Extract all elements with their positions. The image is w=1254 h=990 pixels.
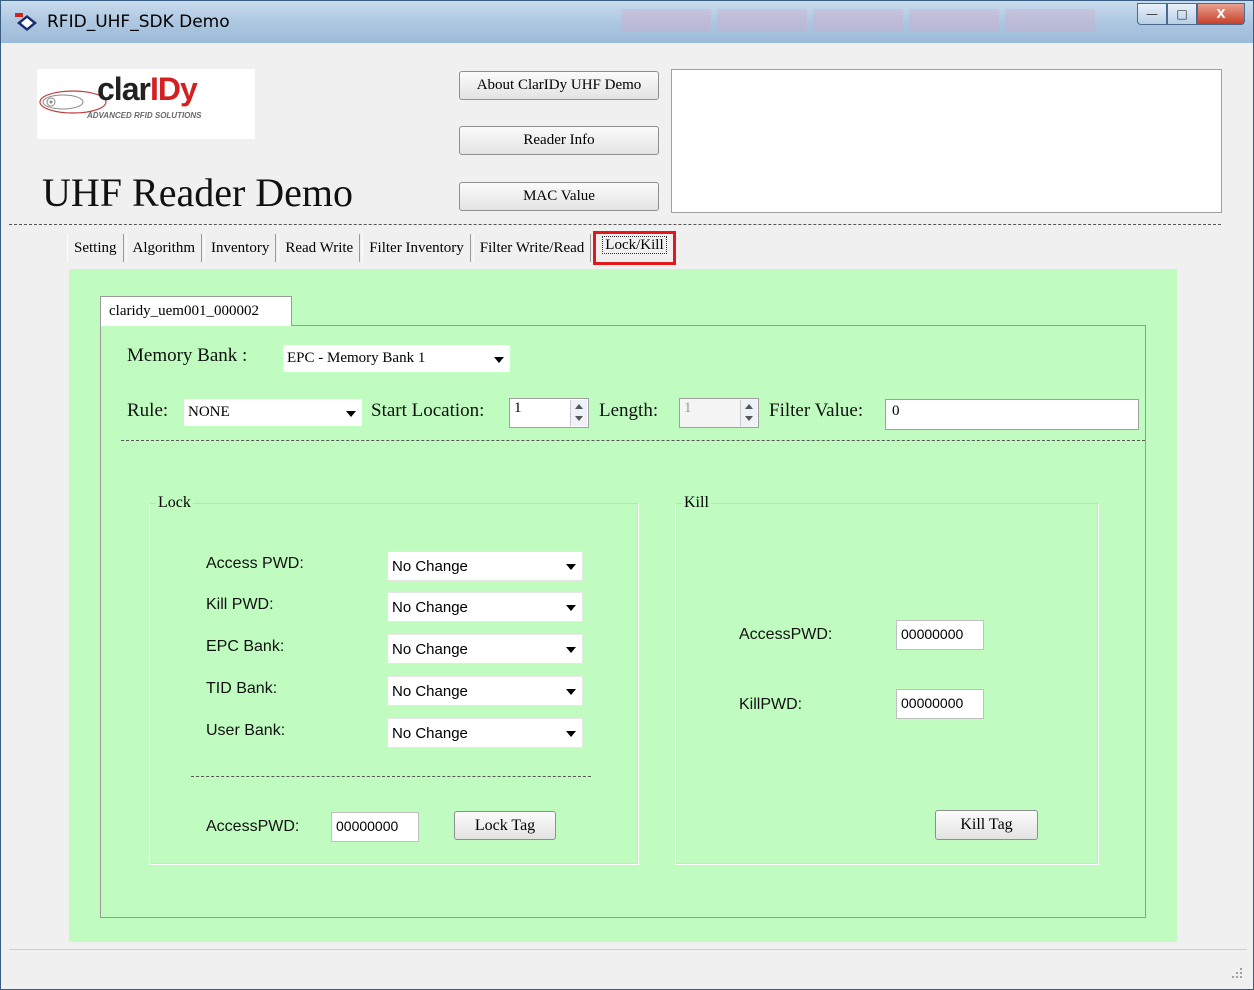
- main-tabs: Setting Algorithm Inventory Read Write F…: [67, 231, 678, 265]
- memory-bank-value: EPC - Memory Bank 1: [287, 350, 426, 366]
- close-button[interactable]: X: [1197, 3, 1245, 25]
- claridy-logo: clarIDy ADVANCED RFID SOLUTIONS: [37, 69, 255, 139]
- lock-user-bank-value: No Change: [392, 724, 468, 742]
- filter-value-label: Filter Value:: [769, 400, 864, 421]
- spinner-arrows-icon[interactable]: [570, 400, 587, 426]
- lock-epc-bank-select[interactable]: No Change: [387, 634, 583, 664]
- lock-user-bank-label: User Bank:: [206, 722, 286, 739]
- start-location-spinner[interactable]: 1: [509, 398, 589, 428]
- logo-tagline: ADVANCED RFID SOLUTIONS: [87, 111, 202, 120]
- about-button[interactable]: About ClarIDy UHF Demo: [459, 71, 659, 100]
- tab-lock-kill-label: Lock/Kill: [602, 236, 667, 254]
- start-location-value: 1: [514, 400, 522, 416]
- lock-epc-bank-value: No Change: [392, 640, 468, 658]
- main-window: RFID_UHF_SDK Demo — □ X clarIDy ADVANCED…: [0, 0, 1254, 990]
- lock-tid-bank-value: No Change: [392, 682, 468, 700]
- mac-value-button[interactable]: MAC Value: [459, 182, 659, 211]
- chevron-down-icon: [566, 731, 576, 737]
- chevron-down-icon: [566, 564, 576, 570]
- title-bar[interactable]: RFID_UHF_SDK Demo — □ X: [1, 1, 1253, 43]
- lock-access-pwd-value: No Change: [392, 557, 468, 575]
- kill-access-pwd-label: AccessPWD:: [739, 626, 833, 643]
- length-label: Length:: [599, 400, 659, 421]
- spinner-arrows-icon[interactable]: [740, 400, 757, 426]
- chevron-down-icon: [566, 605, 576, 611]
- filter-value-input[interactable]: 0: [885, 399, 1139, 430]
- filter-divider: [121, 440, 1145, 441]
- tab-reader-device[interactable]: claridy_uem001_000002: [100, 296, 292, 326]
- rule-value: NONE: [188, 404, 230, 420]
- tab-filter-write-read[interactable]: Filter Write/Read: [472, 234, 592, 262]
- header-divider: [9, 224, 1221, 225]
- kill-legend: Kill: [682, 494, 711, 512]
- kill-pwd-label: KillPWD:: [739, 696, 803, 713]
- kill-access-pwd-input[interactable]: 00000000: [896, 620, 984, 650]
- chevron-down-icon: [494, 356, 504, 363]
- window-controls: — □ X: [1137, 3, 1245, 25]
- tab-setting[interactable]: Setting: [67, 234, 124, 262]
- tab-algorithm[interactable]: Algorithm: [125, 234, 203, 262]
- maximize-button[interactable]: □: [1167, 3, 1197, 25]
- lock-tag-access-pwd-input[interactable]: 00000000: [331, 812, 419, 842]
- tab-filter-inventory[interactable]: Filter Inventory: [362, 234, 471, 262]
- lock-kill-pwd-select[interactable]: No Change: [387, 592, 583, 622]
- rule-select[interactable]: NONE: [184, 399, 362, 426]
- start-location-label: Start Location:: [371, 400, 485, 421]
- kill-pwd-input[interactable]: 00000000: [896, 689, 984, 719]
- info-output-box[interactable]: [671, 69, 1222, 213]
- logo-brand: clarIDy: [97, 71, 198, 107]
- window-title: RFID_UHF_SDK Demo: [47, 12, 230, 32]
- chevron-down-icon: [346, 410, 356, 417]
- resize-grip-icon[interactable]: [1229, 965, 1243, 979]
- length-value: 1: [684, 400, 692, 416]
- lock-legend: Lock: [156, 494, 193, 512]
- chevron-down-icon: [566, 689, 576, 695]
- lock-tid-bank-select[interactable]: No Change: [387, 676, 583, 706]
- reader-info-button[interactable]: Reader Info: [459, 126, 659, 155]
- lock-divider: [191, 776, 591, 777]
- lock-kill-pwd-value: No Change: [392, 598, 468, 616]
- minimize-button[interactable]: —: [1137, 3, 1167, 25]
- length-spinner[interactable]: 1: [679, 398, 759, 428]
- chevron-down-icon: [566, 647, 576, 653]
- memory-bank-label: Memory Bank :: [127, 345, 248, 366]
- memory-bank-select[interactable]: EPC - Memory Bank 1: [283, 345, 510, 372]
- lock-tag-access-pwd-label: AccessPWD:: [206, 818, 300, 835]
- lock-user-bank-select[interactable]: No Change: [387, 718, 583, 748]
- lock-access-pwd-label: Access PWD:: [206, 555, 304, 572]
- taskbar-preview: [621, 9, 1095, 31]
- lock-access-pwd-select[interactable]: No Change: [387, 551, 583, 581]
- tab-lock-kill[interactable]: Lock/Kill: [593, 231, 676, 265]
- lock-tid-bank-label: TID Bank:: [206, 680, 278, 697]
- lock-kill-pwd-label: Kill PWD:: [206, 596, 274, 613]
- tab-read-write[interactable]: Read Write: [278, 234, 361, 262]
- kill-tag-button[interactable]: Kill Tag: [935, 810, 1038, 840]
- rfid-app-icon: [15, 13, 37, 31]
- status-bar: [9, 949, 1247, 983]
- rule-label: Rule:: [127, 400, 169, 421]
- lock-epc-bank-label: EPC Bank:: [206, 638, 285, 655]
- tab-inventory[interactable]: Inventory: [204, 234, 277, 262]
- app-title: UHF Reader Demo: [42, 170, 354, 215]
- client-area: clarIDy ADVANCED RFID SOLUTIONS UHF Read…: [9, 43, 1247, 983]
- lock-tag-button[interactable]: Lock Tag: [454, 811, 556, 840]
